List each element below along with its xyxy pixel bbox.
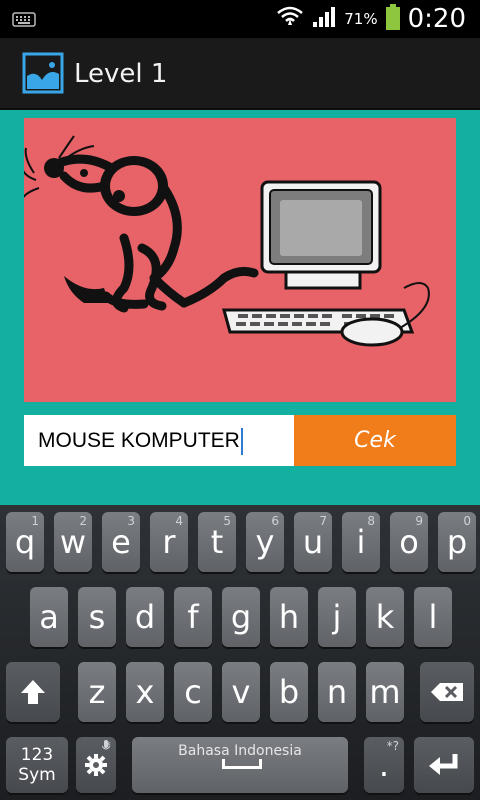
keyboard-icon [12, 10, 36, 32]
quiz-area: MOUSE KOMPUTER Cek [0, 110, 480, 505]
answer-text: MOUSE KOMPUTER [38, 429, 240, 452]
enter-key[interactable] [414, 737, 474, 793]
key-v[interactable]: v [222, 662, 260, 722]
enter-icon [429, 754, 458, 775]
key-d[interactable]: d [126, 587, 164, 647]
battery-percent: 71% [344, 10, 378, 28]
key-x[interactable]: x [126, 662, 164, 722]
space-key-label: Bahasa Indonesia [178, 743, 302, 759]
gear-icon [85, 754, 107, 776]
key-l[interactable]: l [414, 587, 452, 647]
key-j[interactable]: j [318, 587, 356, 647]
key-t[interactable]: t5 [198, 512, 236, 572]
text-cursor [240, 427, 243, 455]
key-m[interactable]: m [366, 662, 404, 722]
signal-icon [312, 6, 336, 32]
key-c[interactable]: c [174, 662, 212, 722]
space-key[interactable]: Bahasa Indonesia [132, 737, 348, 793]
symbols-key[interactable]: 123 Sym [6, 737, 68, 793]
key-r[interactable]: r4 [150, 512, 188, 572]
key-q[interactable]: q1 [6, 512, 44, 572]
key-n[interactable]: n [318, 662, 356, 722]
key-w[interactable]: w2 [54, 512, 92, 572]
microphone-icon [102, 740, 110, 750]
action-bar: Level 1 [0, 38, 480, 110]
space-bar-icon [222, 759, 262, 769]
wifi-icon [276, 5, 304, 33]
shift-arrow-icon [21, 680, 45, 704]
key-p[interactable]: p0 [438, 512, 476, 572]
period-key[interactable]: *? . [364, 737, 404, 793]
answer-input[interactable]: MOUSE KOMPUTER [24, 415, 294, 466]
page-title: Level 1 [74, 59, 168, 89]
key-i[interactable]: i8 [342, 512, 380, 572]
cek-button[interactable]: Cek [294, 415, 456, 466]
image-icon [22, 52, 64, 94]
key-z[interactable]: z [78, 662, 116, 722]
backspace-key[interactable] [420, 662, 474, 722]
key-a[interactable]: a [30, 587, 68, 647]
settings-key[interactable]: * [76, 737, 116, 793]
battery-icon [385, 4, 400, 34]
key-e[interactable]: e3 [102, 512, 140, 572]
backspace-icon [431, 683, 463, 701]
key-y[interactable]: y6 [246, 512, 284, 572]
status-bar: 71% 0:20 [0, 0, 480, 38]
key-g[interactable]: g [222, 587, 260, 647]
quiz-picture [24, 118, 456, 402]
key-o[interactable]: o9 [390, 512, 428, 572]
key-b[interactable]: b [270, 662, 308, 722]
shift-key[interactable] [6, 662, 60, 722]
key-s[interactable]: s [78, 587, 116, 647]
key-k[interactable]: k [366, 587, 404, 647]
clock-time: 0:20 [407, 4, 466, 34]
soft-keyboard: q1 w2 e3 r4 t5 y6 u7 i8 o9 p0 a s d f g … [0, 505, 480, 800]
key-f[interactable]: f [174, 587, 212, 647]
key-u[interactable]: u7 [294, 512, 332, 572]
key-h[interactable]: h [270, 587, 308, 647]
